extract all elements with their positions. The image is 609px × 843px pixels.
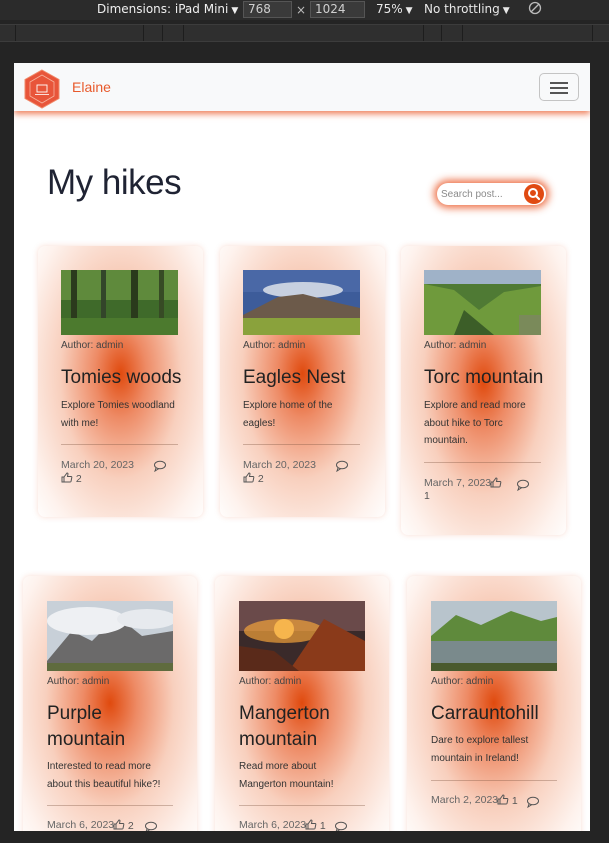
navbar: Elaine <box>14 63 590 111</box>
post-author: Author: admin <box>424 340 487 351</box>
post-author: Author: admin <box>431 676 494 687</box>
post-description: Explore and read more about hike to Torc m… <box>424 400 526 446</box>
post-title[interactable]: Torc mountain <box>424 365 543 391</box>
post-card[interactable]: Author: admin Tomies woods Explore Tomie… <box>38 246 203 517</box>
post-author: Author: admin <box>239 676 302 687</box>
post-image <box>61 270 178 335</box>
comment-icon[interactable] <box>144 821 158 831</box>
height-input[interactable]: 1024 <box>310 1 365 18</box>
like-count[interactable]: 2 <box>243 472 264 485</box>
search-icon <box>528 188 541 201</box>
post-date: March 7, 2023 <box>424 477 492 489</box>
hexagon-logo-icon[interactable] <box>22 69 62 109</box>
like-count: 1 <box>424 490 430 502</box>
post-image <box>431 601 557 671</box>
post-date: March 6, 2023 <box>47 819 115 831</box>
post-image <box>243 270 360 335</box>
search-button[interactable] <box>524 184 544 204</box>
rotate-icon[interactable] <box>528 1 542 15</box>
comment-icon[interactable] <box>516 479 530 491</box>
post-title[interactable]: Purple mountain <box>47 701 125 753</box>
zoom-label: 75% <box>376 2 403 16</box>
menu-toggle-button[interactable] <box>539 73 579 101</box>
post-card[interactable]: Author: admin Torc mountain Explore and … <box>401 246 566 535</box>
like-count[interactable]: 2 <box>61 472 82 485</box>
post-description: Read more about Mangerton mountain! <box>239 761 334 790</box>
post-card[interactable]: Author: admin Eagles Nest Explore home o… <box>220 246 385 517</box>
thumbs-up-icon <box>243 472 255 483</box>
thumbs-up-icon <box>61 472 73 483</box>
card-divider <box>424 462 541 463</box>
hamburger-menu-icon <box>550 82 568 84</box>
post-description: Explore Tomies woodland with me! <box>61 400 175 429</box>
comment-icon[interactable] <box>153 460 167 472</box>
post-image <box>47 601 173 671</box>
device-select[interactable]: Dimensions: iPad Mini ▼ <box>97 2 238 16</box>
brand-name[interactable]: Elaine <box>72 79 111 95</box>
post-author: Author: admin <box>61 340 124 351</box>
post-description: Explore home of the eagles! <box>243 400 333 429</box>
thumbs-up-icon <box>113 819 125 830</box>
dimension-separator: × <box>296 3 307 17</box>
post-title[interactable]: Eagles Nest <box>243 365 345 391</box>
like-count[interactable]: 2 <box>113 819 134 831</box>
comment-icon[interactable] <box>335 460 349 472</box>
post-card[interactable]: Author: admin Purple mountain Interested … <box>23 576 197 831</box>
post-date: March 6, 2023 <box>239 819 307 831</box>
post-image <box>239 601 365 671</box>
post-date: March 20, 2023 <box>61 459 134 471</box>
post-title[interactable]: Tomies woods <box>61 365 181 391</box>
card-divider <box>239 805 365 806</box>
post-card[interactable]: Author: admin Carrauntohill Dare to expl… <box>407 576 581 831</box>
post-title[interactable]: Mangerton mountain <box>239 701 330 753</box>
like-count[interactable]: 1 <box>305 819 326 831</box>
card-divider <box>47 805 173 806</box>
post-description: Interested to read more about this beauti… <box>47 761 161 790</box>
thumbs-up-icon <box>305 819 317 830</box>
card-divider <box>431 780 557 781</box>
post-description: Dare to explore tallest mountain in Irela… <box>431 735 529 764</box>
width-input[interactable]: 768 <box>243 1 292 18</box>
zoom-select[interactable]: 75% ▼ <box>376 2 413 16</box>
like-count[interactable]: 1 <box>497 794 518 807</box>
device-caret-icon: ▼ <box>231 6 239 16</box>
page-title: My hikes <box>47 163 182 202</box>
zoom-caret-icon: ▼ <box>405 6 413 16</box>
thumbs-up-icon[interactable] <box>490 477 502 488</box>
post-title[interactable]: Carrauntohill <box>431 701 539 727</box>
post-date: March 20, 2023 <box>243 459 316 471</box>
post-author: Author: admin <box>243 340 306 351</box>
post-author: Author: admin <box>47 676 110 687</box>
throttling-label: No throttling <box>424 2 500 16</box>
throttling-select[interactable]: No throttling ▼ <box>424 2 510 16</box>
throttling-caret-icon: ▼ <box>502 6 510 16</box>
comment-icon[interactable] <box>334 821 348 831</box>
search-input[interactable] <box>439 186 527 202</box>
thumbs-up-icon <box>497 794 509 805</box>
card-divider <box>61 444 178 445</box>
device-label: Dimensions: iPad Mini <box>97 2 229 16</box>
card-divider <box>243 444 360 445</box>
search-box <box>437 183 546 205</box>
post-image <box>424 270 541 335</box>
devtools-toolbar: Dimensions: iPad Mini ▼ 768 × 1024 75% ▼ N… <box>0 0 609 20</box>
device-viewport: Elaine My hikes Author: admin Tomies woo… <box>14 63 590 831</box>
comment-icon[interactable] <box>526 796 540 808</box>
media-query-ruler <box>0 24 609 42</box>
post-date: March 2, 2023 <box>431 794 499 806</box>
post-card[interactable]: Author: admin Mangerton mountain Read mor… <box>215 576 389 831</box>
